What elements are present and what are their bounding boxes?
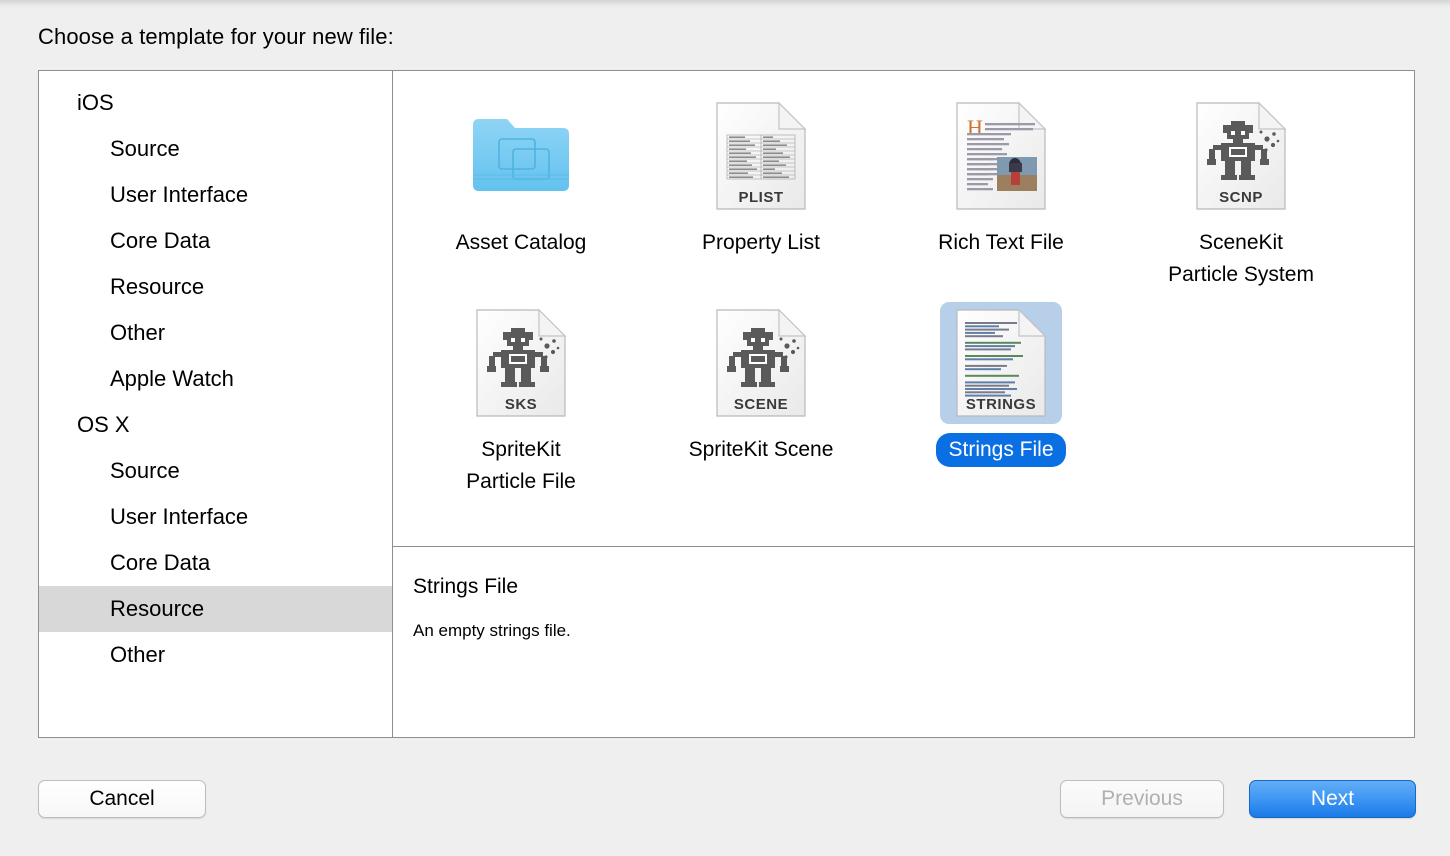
previous-button[interactable]: Previous xyxy=(1060,780,1224,818)
sidebar-item-label: Resource xyxy=(110,596,204,622)
window-top-strip xyxy=(0,0,1450,8)
sidebar-item-label: OS X xyxy=(77,412,130,438)
sidebar-item-source[interactable]: Source xyxy=(39,448,392,494)
template-item-label: SpriteKit Scene xyxy=(677,433,846,467)
template-item-spritekit-particle-file[interactable]: SKS SpriteKitParticle File xyxy=(401,292,641,499)
sidebar-item-label: Other xyxy=(110,320,165,346)
document-scnp-icon: SCNP xyxy=(1180,95,1302,217)
template-chooser-frame: iOS Source User Interface Core Data Resource… xyxy=(38,70,1415,738)
template-panel: Asset Catalog PLIST Property List H Rich… xyxy=(393,71,1414,737)
sidebar-item-resource[interactable]: Resource xyxy=(39,264,392,310)
sidebar-item-other[interactable]: Other xyxy=(39,310,392,356)
document-sks-icon: SKS xyxy=(460,302,582,424)
template-item-scenekit-particle-system[interactable]: SCNP SceneKitParticle System xyxy=(1121,85,1361,292)
svg-text:H: H xyxy=(967,115,983,140)
sidebar-item-apple-watch[interactable]: Apple Watch xyxy=(39,356,392,402)
svg-text:STRINGS: STRINGS xyxy=(966,396,1036,413)
document-plist-icon: PLIST xyxy=(700,95,822,217)
sidebar-item-source[interactable]: Source xyxy=(39,126,392,172)
svg-text:SCENE: SCENE xyxy=(734,396,788,413)
sidebar-item-ios[interactable]: iOS xyxy=(39,80,392,126)
template-item-strings-file[interactable]: STRINGS Strings File xyxy=(881,292,1121,499)
template-item-label: Strings File xyxy=(936,433,1065,467)
sidebar-item-user-interface[interactable]: User Interface xyxy=(39,172,392,218)
template-item-label: Property List xyxy=(690,226,832,260)
sidebar-item-label: Resource xyxy=(110,274,204,300)
sidebar-item-label: User Interface xyxy=(110,182,248,208)
sidebar-item-label: User Interface xyxy=(110,504,248,530)
sidebar-item-other[interactable]: Other xyxy=(39,632,392,678)
template-grid[interactable]: Asset Catalog PLIST Property List H Rich… xyxy=(393,71,1414,547)
sidebar-item-core-data[interactable]: Core Data xyxy=(39,540,392,586)
svg-text:SCNP: SCNP xyxy=(1219,189,1263,206)
template-item-label: SceneKitParticle System xyxy=(1156,226,1326,292)
sidebar-item-label: Source xyxy=(110,458,180,484)
template-item-label: SpriteKitParticle File xyxy=(454,433,588,499)
sidebar-item-label: Core Data xyxy=(110,550,210,576)
sidebar-item-core-data[interactable]: Core Data xyxy=(39,218,392,264)
description-body: An empty strings file. xyxy=(413,621,1414,641)
category-sidebar[interactable]: iOS Source User Interface Core Data Resource… xyxy=(39,71,393,737)
sidebar-item-label: Source xyxy=(110,136,180,162)
template-item-spritekit-scene[interactable]: SCENE SpriteKit Scene xyxy=(641,292,881,499)
template-item-rich-text-file[interactable]: H Rich Text File xyxy=(881,85,1121,292)
template-item-property-list[interactable]: PLIST Property List xyxy=(641,85,881,292)
document-strings-icon: STRINGS xyxy=(940,302,1062,424)
svg-text:SKS: SKS xyxy=(505,396,537,413)
sidebar-item-user-interface[interactable]: User Interface xyxy=(39,494,392,540)
sidebar-item-label: Core Data xyxy=(110,228,210,254)
svg-text:PLIST: PLIST xyxy=(738,189,783,206)
page-title: Choose a template for your new file: xyxy=(38,24,394,50)
template-item-asset-catalog[interactable]: Asset Catalog xyxy=(401,85,641,292)
folder-asset-catalog-icon xyxy=(460,95,582,217)
sidebar-item-os-x[interactable]: OS X xyxy=(39,402,392,448)
cancel-button[interactable]: Cancel xyxy=(38,780,206,818)
template-description: Strings File An empty strings file. xyxy=(393,547,1414,737)
document-rtf-icon: H xyxy=(940,95,1062,217)
sidebar-item-label: Other xyxy=(110,642,165,668)
next-button[interactable]: Next xyxy=(1249,780,1416,818)
sidebar-item-label: Apple Watch xyxy=(110,366,234,392)
template-grid-row: Asset Catalog PLIST Property List H Rich… xyxy=(401,85,1406,292)
template-item-label: Rich Text File xyxy=(926,226,1076,260)
template-item-label: Asset Catalog xyxy=(444,226,599,260)
description-title: Strings File xyxy=(413,575,1414,599)
template-grid-row: SKS SpriteKitParticle File SCENE SpriteK… xyxy=(401,292,1406,499)
sidebar-item-resource[interactable]: Resource xyxy=(39,586,392,632)
sidebar-item-label: iOS xyxy=(77,90,114,116)
document-scene-icon: SCENE xyxy=(700,302,822,424)
